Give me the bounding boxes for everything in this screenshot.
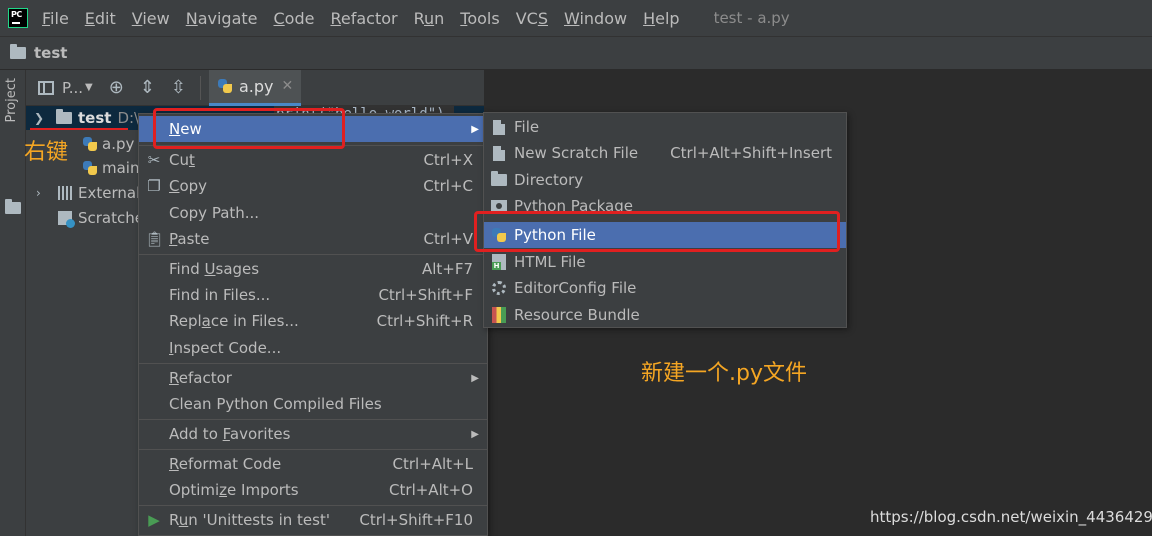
menu-item-inspect-code[interactable]: Inspect Code... <box>139 335 487 361</box>
menu-item-add-to-favorites[interactable]: Add to Favorites ▶ <box>139 421 487 447</box>
menu-file[interactable]: File <box>34 9 77 28</box>
left-tool-strip: Project <box>0 70 26 536</box>
python-file-icon <box>82 136 98 152</box>
menu-help[interactable]: Help <box>635 9 687 28</box>
menu-item-refactor[interactable]: Refactor ▶ <box>139 365 487 391</box>
tree-item-label: main <box>102 159 140 177</box>
highlight-box-python-file <box>474 211 840 252</box>
collapse-all-icon[interactable]: ⇳ <box>171 77 186 98</box>
tree-item-external-libraries[interactable]: › External <box>36 181 140 205</box>
menu-item-optimize-imports[interactable]: Optimize Imports Ctrl+Alt+O <box>139 477 487 503</box>
tree-item-scratches[interactable]: Scratche <box>58 206 144 230</box>
submenu-arrow-icon: ▶ <box>471 428 479 440</box>
scratch-file-icon <box>490 144 508 162</box>
menu-tools[interactable]: Tools <box>452 9 507 28</box>
breadcrumb-project[interactable]: test <box>34 44 67 62</box>
gear-icon <box>490 279 508 297</box>
tab-label: a.py <box>239 76 274 96</box>
submenu-item-resource-bundle[interactable]: Resource Bundle <box>484 302 846 328</box>
project-view-dropdown[interactable]: P... <box>62 79 83 97</box>
submenu-arrow-icon: ▶ <box>471 372 479 384</box>
editor-tab-a-py[interactable]: a.py ✕ <box>209 69 302 106</box>
tree-item-a-py[interactable]: a.py <box>82 132 134 156</box>
menu-vcs[interactable]: VCS <box>508 9 556 28</box>
submenu-item-file[interactable]: File <box>484 114 846 140</box>
menu-navigate[interactable]: Navigate <box>178 9 266 28</box>
run-icon: ▶ <box>148 511 160 529</box>
toolbar-separator <box>200 75 201 100</box>
pycharm-logo-icon: PC <box>8 8 28 28</box>
menu-code[interactable]: Code <box>266 9 323 28</box>
navigation-bar: test <box>0 36 1152 70</box>
chevron-right-icon[interactable]: › <box>36 186 50 200</box>
annotation-underline <box>30 128 128 130</box>
clipboard-icon: 📋︎ <box>145 230 165 248</box>
structure-folder-icon[interactable] <box>5 199 21 214</box>
menu-item-find-usages[interactable]: Find Usages Alt+F7 <box>139 256 487 282</box>
submenu-arrow-icon: ▶ <box>471 123 479 135</box>
menu-item-copy[interactable]: ❐ Copy Ctrl+C <box>139 173 487 199</box>
scissors-icon: ✂ <box>147 151 161 169</box>
submenu-item-editorconfig-file[interactable]: EditorConfig File <box>484 275 846 301</box>
project-view-icon <box>38 80 54 95</box>
python-file-icon <box>82 160 98 176</box>
chevron-down-icon[interactable]: ▼ <box>85 82 93 93</box>
folder-icon <box>490 171 508 189</box>
menu-item-cut[interactable]: ✂ Cut Ctrl+X <box>139 147 487 173</box>
menu-refactor[interactable]: Refactor <box>322 9 405 28</box>
tree-item-label: test <box>78 109 112 127</box>
close-icon[interactable]: ✕ <box>282 78 294 94</box>
tree-item-label: Scratche <box>78 209 144 227</box>
tree-item-main[interactable]: main <box>82 156 139 180</box>
watermark-url: https://blog.csdn.net/weixin_44364299 <box>870 508 1152 526</box>
locate-icon[interactable]: ⊕ <box>109 77 124 98</box>
folder-icon <box>10 44 26 59</box>
menu-window[interactable]: Window <box>556 9 635 28</box>
library-icon <box>58 186 74 200</box>
tree-item-test[interactable]: ❯ test D:\ <box>34 106 139 130</box>
menu-item-clean-compiled[interactable]: Clean Python Compiled Files <box>139 391 487 417</box>
submenu-item-new-scratch-file[interactable]: New Scratch File Ctrl+Alt+Shift+Insert <box>484 140 846 166</box>
scratches-icon <box>58 211 75 228</box>
project-tool-window-button[interactable]: Project <box>4 78 19 122</box>
menu-item-replace-in-files[interactable]: Replace in Files... Ctrl+Shift+R <box>139 308 487 334</box>
menu-separator <box>139 505 487 506</box>
python-file-icon <box>217 78 233 94</box>
context-menu: New ▶ ✂ Cut Ctrl+X ❐ Copy Ctrl+C Copy Pa… <box>138 113 488 536</box>
highlight-box-new <box>153 108 345 149</box>
annotation-right-click: 右键 <box>24 140 69 165</box>
menu-separator <box>139 254 487 255</box>
file-icon <box>490 118 508 136</box>
menu-separator <box>139 449 487 450</box>
project-toolbar: P... ▼ ⊕ ⇕ ⇳ a.py ✕ <box>26 69 484 106</box>
tree-item-path: D:\ <box>117 109 140 127</box>
menu-separator <box>139 419 487 420</box>
menu-view[interactable]: View <box>124 9 178 28</box>
menu-item-copy-path[interactable]: Copy Path... <box>139 200 487 226</box>
menu-item-reformat-code[interactable]: Reformat Code Ctrl+Alt+L <box>139 451 487 477</box>
copy-icon: ❐ <box>147 177 161 195</box>
menu-item-find-in-files[interactable]: Find in Files... Ctrl+Shift+F <box>139 282 487 308</box>
annotation-new-py-file: 新建一个.py文件 <box>641 361 807 386</box>
tree-item-label: a.py <box>102 135 135 153</box>
window-title: test - a.py <box>713 9 790 27</box>
menu-item-paste[interactable]: 📋︎ Paste Ctrl+V <box>139 226 487 252</box>
resource-bundle-icon <box>490 306 508 324</box>
submenu-item-directory[interactable]: Directory <box>484 167 846 193</box>
menu-item-run-unittests[interactable]: ▶ Run 'Unittests in test' Ctrl+Shift+F10 <box>139 507 487 533</box>
submenu-item-html-file[interactable]: HTML File <box>484 249 846 275</box>
menu-run[interactable]: Run <box>406 9 453 28</box>
tree-item-label: External <box>78 184 141 202</box>
menu-separator <box>139 363 487 364</box>
menu-edit[interactable]: Edit <box>77 9 124 28</box>
folder-icon <box>56 109 72 124</box>
chevron-down-icon[interactable]: ❯ <box>34 111 48 125</box>
expand-all-icon[interactable]: ⇕ <box>140 77 155 98</box>
menu-bar: PC File Edit View Navigate Code Refactor… <box>0 0 1152 36</box>
html-file-icon <box>490 253 508 271</box>
